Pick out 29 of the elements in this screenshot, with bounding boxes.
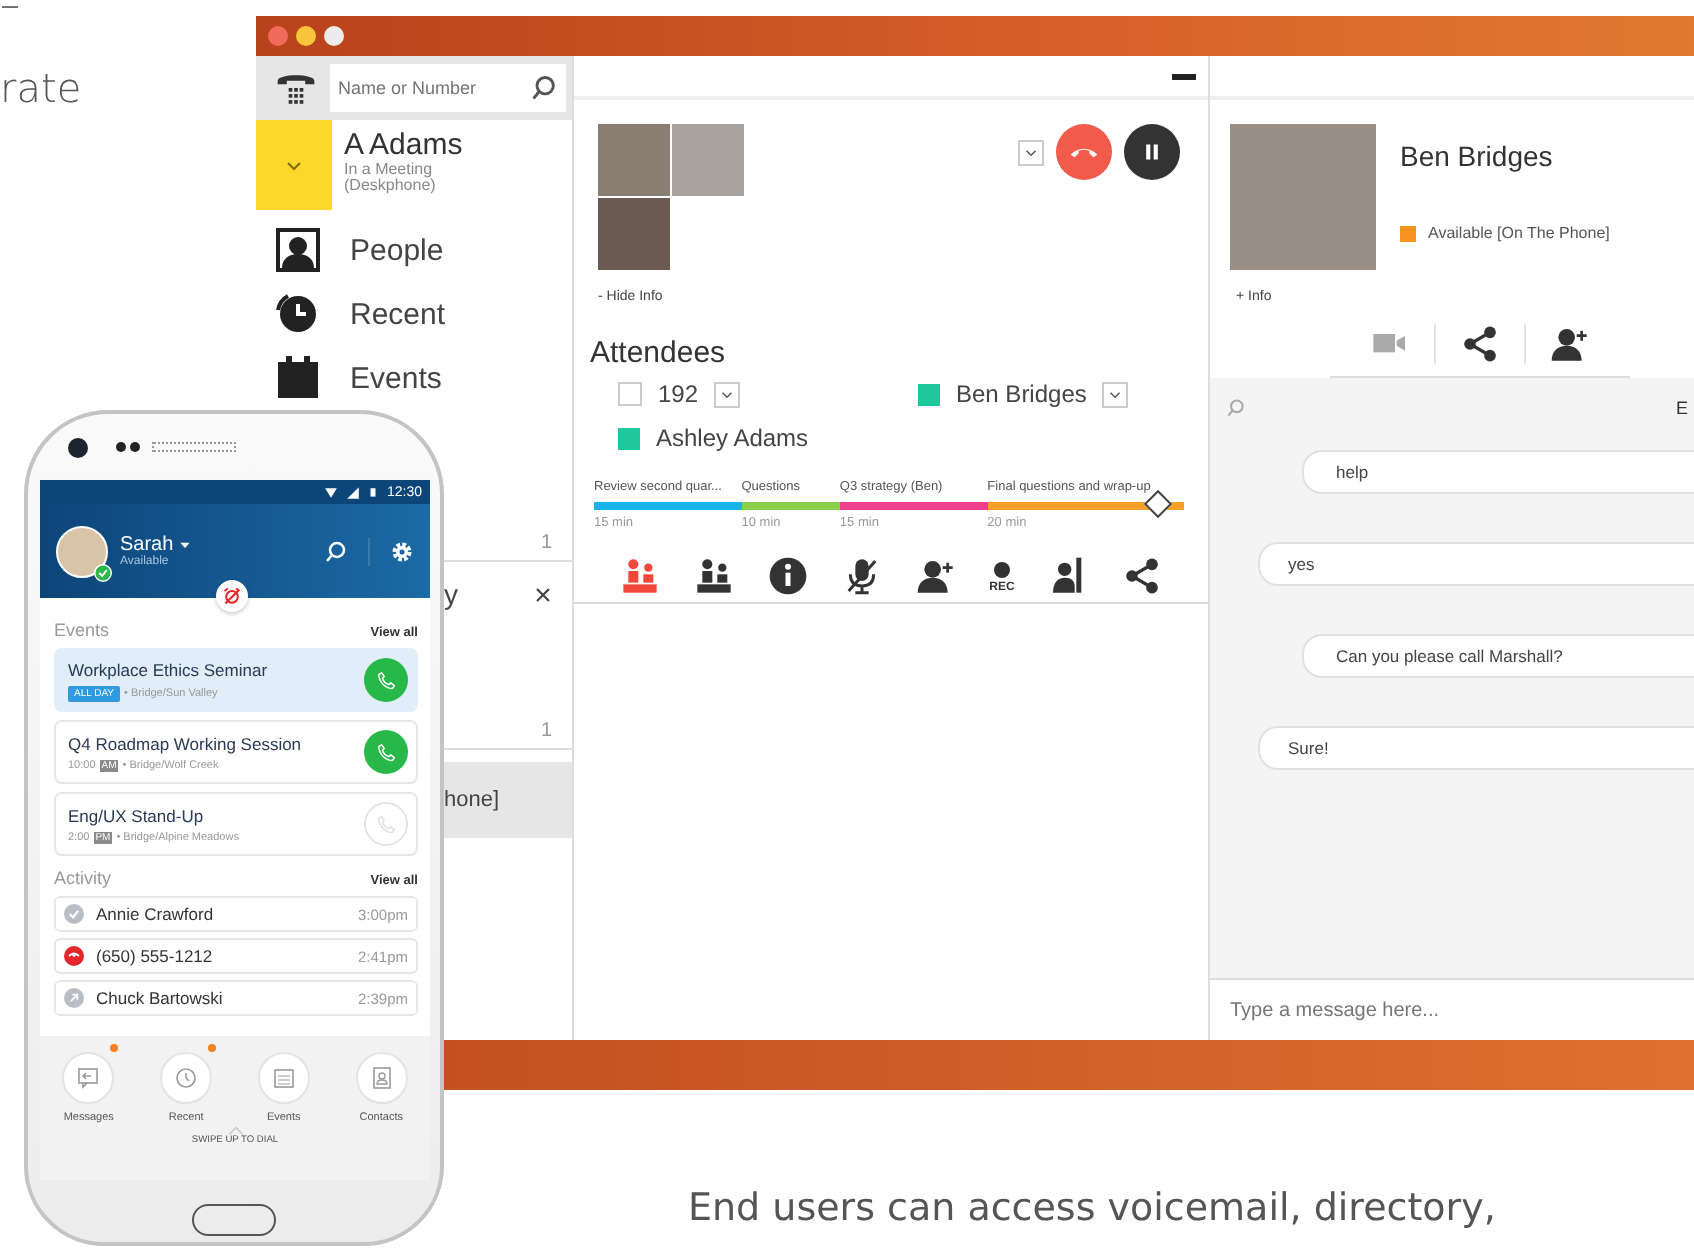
- user-status: In a Meeting (Deskphone): [344, 162, 438, 194]
- message-bubble: help: [1302, 450, 1694, 494]
- section-title: Events: [54, 620, 110, 640]
- event-title: Workplace Ethics Seminar: [68, 659, 268, 679]
- message-bubble: Sure!: [1258, 726, 1694, 770]
- attendee-name: Ben Bridges: [956, 380, 1087, 408]
- contact-name: Ben Bridges: [1400, 138, 1555, 172]
- attendee-name: Ashley Adams: [656, 424, 809, 452]
- message-bubble: yes: [1258, 542, 1694, 586]
- search-field[interactable]: Name or Number: [330, 64, 522, 112]
- attendees-heading: Attendees: [588, 334, 728, 370]
- user-name: A Adams: [344, 128, 464, 162]
- message-bubble: Can you please call Marshall?: [1302, 634, 1694, 678]
- sidebar-item[interactable]: Events: [256, 346, 572, 410]
- conversation-item[interactable]: hone]: [444, 762, 572, 838]
- heading-text: –: [0, 0, 20, 28]
- caption-text: End users can access voicemail, directory,: [688, 1186, 1496, 1230]
- event-title: Eng/UX Stand-Up: [68, 805, 206, 825]
- contact-status: Available [On The Phone]: [1428, 224, 1610, 242]
- conversation-item[interactable]: y: [444, 562, 572, 626]
- user-name[interactable]: Sarah: [120, 534, 174, 556]
- event-title: Q4 Roadmap Working Session: [68, 733, 302, 753]
- attendee-name: 192: [658, 380, 699, 408]
- chat-header-text: E: [1675, 398, 1688, 418]
- section-title: Activity: [54, 868, 112, 888]
- message-input[interactable]: Type a message here...: [1226, 997, 1634, 1023]
- sidebar-item[interactable]: Recent: [256, 282, 572, 346]
- heading-text: rate: [0, 64, 82, 112]
- sidebar-item[interactable]: People: [256, 218, 572, 282]
